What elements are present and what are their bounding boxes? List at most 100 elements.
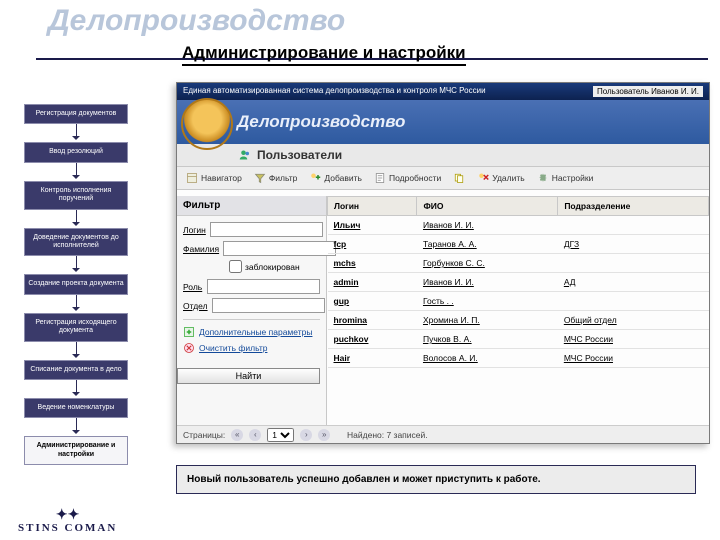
settings-button[interactable]: Настройки	[532, 170, 599, 186]
section-title: Пользователи	[257, 148, 342, 162]
clear-filter-link[interactable]: Очистить фильтр	[183, 342, 320, 354]
cell-dept[interactable]: МЧС России	[558, 330, 709, 349]
status-bar: Страницы: « ‹ 1 › » Найдено: 7 записей.	[177, 425, 709, 443]
table-row[interactable]: ИльичИванов И. И.	[328, 216, 709, 235]
cell-login[interactable]: admin	[328, 273, 417, 292]
dept-label: Отдел	[183, 301, 208, 311]
table-row[interactable]: puchkovПучков В. А.МЧС России	[328, 330, 709, 349]
pager-next[interactable]: ›	[300, 429, 312, 441]
cell-fio[interactable]: Пучков В. А.	[417, 330, 558, 349]
users-grid: ЛогинФИОПодразделениеИльичИванов И. И.fc…	[327, 196, 709, 425]
delete-button[interactable]: Удалить	[472, 170, 529, 186]
details-icon	[374, 172, 386, 184]
delete-label: Удалить	[492, 173, 524, 183]
cell-login[interactable]: Hair	[328, 349, 417, 368]
cell-fio[interactable]: Горбунков С. С.	[417, 254, 558, 273]
cell-fio[interactable]: Иванов И. И.	[417, 273, 558, 292]
flow-step-2[interactable]: Контроль исполнения поручений	[24, 181, 128, 210]
cell-login[interactable]: puchkov	[328, 330, 417, 349]
flow-step-4[interactable]: Создание проекта документа	[24, 274, 128, 294]
column-header[interactable]: Логин	[328, 197, 417, 216]
table-row[interactable]: mchsГорбунков С. С.	[328, 254, 709, 273]
flow-arrow-icon	[24, 342, 128, 360]
surname-label: Фамилия	[183, 244, 219, 254]
page-select[interactable]: 1	[267, 428, 294, 442]
table-row[interactable]: fcpТаранов А. А.ДГЗ	[328, 235, 709, 254]
cell-fio[interactable]: Гость . .	[417, 292, 558, 311]
flow-step-0[interactable]: Регистрация документов	[24, 104, 128, 124]
vendor-logo: ✦✦ STINS COMAN	[18, 509, 117, 534]
background-title: Делопроизводство	[48, 4, 345, 38]
column-header[interactable]: ФИО	[417, 197, 558, 216]
add-button[interactable]: Добавить	[304, 170, 367, 186]
copy-button[interactable]	[448, 170, 470, 186]
cell-fio[interactable]: Таранов А. А.	[417, 235, 558, 254]
users-icon	[239, 149, 251, 161]
cell-login[interactable]: gup	[328, 292, 417, 311]
surname-input[interactable]	[223, 241, 336, 256]
details-button[interactable]: Подробности	[369, 170, 446, 186]
filter-panel-title: Фильтр	[177, 196, 326, 216]
flow-step-8[interactable]: Администрирование и настройки	[24, 436, 128, 465]
cell-dept[interactable]	[558, 216, 709, 235]
table-row[interactable]: HairВолосов А. И.МЧС России	[328, 349, 709, 368]
cell-fio[interactable]: Хромина И. П.	[417, 311, 558, 330]
pager-prev[interactable]: ‹	[249, 429, 261, 441]
flow-step-3[interactable]: Доведение документов до исполнителей	[24, 228, 128, 257]
app-brand: Делопроизводство	[237, 112, 405, 132]
delete-icon	[477, 172, 489, 184]
flow-arrow-icon	[24, 380, 128, 398]
cell-login[interactable]: mchs	[328, 254, 417, 273]
copy-icon	[453, 172, 465, 184]
cell-fio[interactable]: Иванов И. И.	[417, 216, 558, 235]
flow-step-6[interactable]: Списание документа в дело	[24, 360, 128, 380]
extra-params-link[interactable]: Дополнительные параметры	[183, 326, 320, 338]
cell-dept[interactable]	[558, 254, 709, 273]
clear-filter-label: Очистить фильтр	[199, 343, 267, 353]
navigator-button[interactable]: Навигатор	[181, 170, 247, 186]
process-sidebar: Регистрация документов Ввод резолюций Конт…	[24, 104, 128, 465]
filter-button[interactable]: Фильтр	[249, 170, 303, 186]
cell-fio[interactable]: Волосов А. И.	[417, 349, 558, 368]
blocked-checkbox[interactable]	[229, 260, 242, 273]
add-label: Добавить	[324, 173, 362, 183]
column-header[interactable]: Подразделение	[558, 197, 709, 216]
table-row[interactable]: hrominaХромина И. П.Общий отдел	[328, 311, 709, 330]
table-row[interactable]: gupГость . .	[328, 292, 709, 311]
pager-first[interactable]: «	[231, 429, 243, 441]
pager-last[interactable]: »	[318, 429, 330, 441]
navigator-icon	[186, 172, 198, 184]
dept-input[interactable]	[212, 298, 325, 313]
flow-step-7[interactable]: Ведение номенклатуры	[24, 398, 128, 418]
current-user: Пользователь Иванов И. И.	[593, 86, 703, 97]
cell-dept[interactable]: Общий отдел	[558, 311, 709, 330]
cell-dept[interactable]: ДГЗ	[558, 235, 709, 254]
cell-login[interactable]: fcp	[328, 235, 417, 254]
emblem-icon	[181, 98, 233, 150]
flow-step-1[interactable]: Ввод резолюций	[24, 142, 128, 162]
cell-dept[interactable]: МЧС России	[558, 349, 709, 368]
filter-label: Фильтр	[269, 173, 298, 183]
user-name: Иванов И. И.	[651, 87, 699, 96]
flow-arrow-icon	[24, 210, 128, 228]
plus-icon	[309, 172, 321, 184]
table-row[interactable]: adminИванов И. И.АД	[328, 273, 709, 292]
notice-box: Новый пользователь успешно добавлен и мо…	[176, 465, 696, 494]
flow-arrow-icon	[24, 163, 128, 181]
find-button[interactable]: Найти	[177, 368, 320, 384]
app-header: Единая автоматизированная система делопр…	[177, 83, 709, 100]
flow-arrow-icon	[24, 256, 128, 274]
settings-label: Настройки	[552, 173, 594, 183]
vendor-logo-mark: ✦✦	[18, 509, 117, 523]
filter-panel: Фильтр Логин Фамилия заблокирован Роль	[177, 196, 327, 425]
section-header: Пользователи	[177, 144, 709, 166]
cell-dept[interactable]	[558, 292, 709, 311]
toolbar: Навигатор Фильтр Добавить Подробности Уд…	[177, 166, 709, 190]
cell-login[interactable]: Ильич	[328, 216, 417, 235]
user-label: Пользователь	[597, 87, 649, 96]
flow-step-5[interactable]: Регистрация исходящего документа	[24, 313, 128, 342]
role-input[interactable]	[207, 279, 320, 294]
cell-dept[interactable]: АД	[558, 273, 709, 292]
login-input[interactable]	[210, 222, 323, 237]
cell-login[interactable]: hromina	[328, 311, 417, 330]
